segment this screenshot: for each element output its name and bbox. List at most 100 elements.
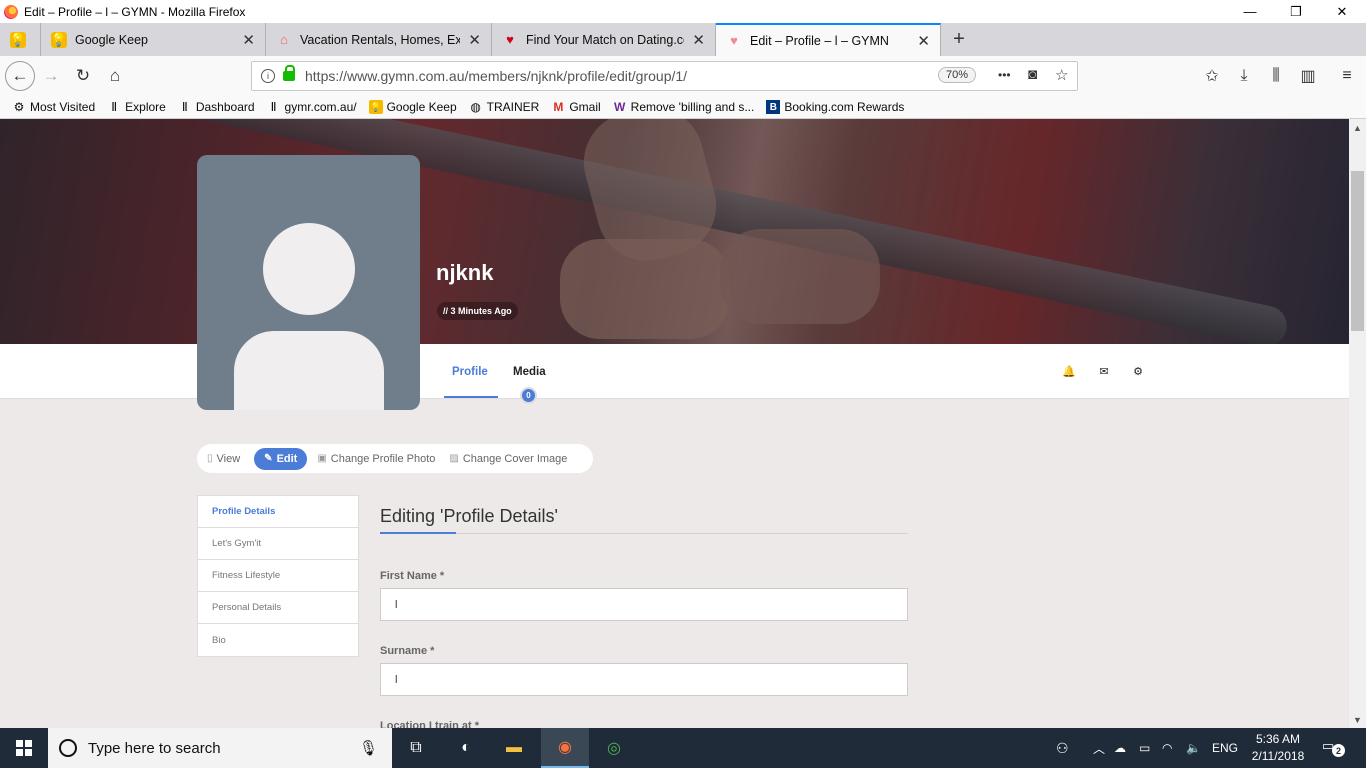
- sidebar-icon[interactable]: ▥: [1292, 60, 1324, 92]
- scroll-up-icon[interactable]: ▲: [1349, 119, 1366, 136]
- bookmark-google-keep[interactable]: 💡 Google Keep: [368, 100, 457, 114]
- pocket-icon[interactable]: ◙: [1028, 66, 1037, 83]
- reload-button[interactable]: ↻: [67, 60, 99, 92]
- language-indicator[interactable]: ENG: [1212, 728, 1238, 768]
- zoom-level[interactable]: 70%: [938, 67, 977, 83]
- bookmark-gmail[interactable]: M Gmail: [551, 100, 600, 114]
- url-text[interactable]: https://www.gymn.com.au/members/njknk/pr…: [305, 68, 687, 84]
- file-explorer-icon[interactable]: ▬: [490, 728, 538, 768]
- lock-icon[interactable]: [283, 65, 295, 81]
- task-view-icon[interactable]: ⧉: [392, 728, 440, 768]
- forward-button[interactable]: →: [35, 60, 67, 92]
- home-button[interactable]: ⌂: [99, 60, 131, 92]
- google-keep-icon: 💡: [368, 100, 383, 114]
- heart-icon: ♥: [506, 32, 514, 47]
- close-icon[interactable]: ✕: [242, 31, 255, 49]
- scroll-down-icon[interactable]: ▼: [1349, 711, 1366, 728]
- person-icon: ▯: [207, 453, 213, 464]
- tab-dating[interactable]: ♥ Find Your Match on Dating.con ✕: [492, 23, 716, 56]
- wifi-icon[interactable]: ◠: [1162, 728, 1172, 768]
- last-active-badge: // 3 Minutes Ago: [437, 302, 518, 320]
- tab-vacation-rentals[interactable]: ⌂ Vacation Rentals, Homes, Exper ✕: [266, 23, 492, 56]
- search-placeholder: Type here to search: [88, 739, 221, 757]
- back-button[interactable]: ←: [5, 61, 35, 91]
- close-icon[interactable]: ✕: [468, 31, 481, 49]
- windows-logo-icon: [16, 740, 32, 756]
- bookmark-most-visited[interactable]: ⚙ Most Visited: [12, 100, 96, 114]
- window-title: Edit – Profile – l – GYMN - Mozilla Fire…: [24, 4, 246, 19]
- clock-time: 5:36 AM: [1255, 732, 1301, 746]
- globe-icon: ◍: [470, 100, 481, 114]
- menu-profile-details[interactable]: Profile Details: [198, 496, 358, 528]
- bookmarks-menu-icon[interactable]: ✩: [1196, 60, 1228, 92]
- profile-action-bar: ▯ View ✎ Edit ▣ Change Profile Photo ▨ Chang…: [197, 444, 593, 473]
- tab-google-keep[interactable]: 💡 Google Keep ✕: [41, 23, 266, 56]
- envelope-icon[interactable]: ✉: [1097, 364, 1111, 378]
- people-icon[interactable]: ⚇: [1056, 728, 1069, 768]
- url-bar[interactable]: i https://www.gymn.com.au/members/njknk/…: [251, 61, 1078, 91]
- battery-icon[interactable]: ▭: [1139, 728, 1150, 768]
- menu-lets-gymit[interactable]: Let's Gym'it: [198, 528, 358, 560]
- bookmark-trainer[interactable]: ◍ TRAINER: [469, 100, 539, 114]
- close-icon[interactable]: ✕: [692, 31, 705, 49]
- gear-icon[interactable]: ⚙: [1131, 364, 1145, 378]
- tab-pinned-keep[interactable]: 💡: [0, 23, 41, 56]
- page-scrollbar[interactable]: ▲ ▼: [1349, 119, 1366, 728]
- gear-icon: ⚙: [13, 100, 25, 114]
- library-icon[interactable]: ⫼: [1260, 60, 1292, 92]
- profile-name: njknk: [436, 260, 494, 285]
- bookmark-explore[interactable]: Ⅱ Explore: [107, 100, 166, 114]
- show-hidden-icons[interactable]: ︿: [1093, 728, 1105, 768]
- bell-icon[interactable]: 🔔: [1062, 364, 1076, 378]
- new-tab-button[interactable]: +: [941, 23, 977, 56]
- close-icon[interactable]: ✕: [917, 32, 930, 50]
- change-profile-photo-button[interactable]: ▣ Change Profile Photo: [317, 453, 435, 465]
- minimize-button[interactable]: —: [1227, 0, 1273, 23]
- downloads-icon[interactable]: ⤓: [1228, 60, 1260, 92]
- menu-personal-details[interactable]: Personal Details: [198, 592, 358, 624]
- action-center-icon[interactable]: ▭ 2: [1322, 738, 1345, 758]
- tab-profile[interactable]: Profile: [452, 366, 488, 378]
- dumbbell-icon: Ⅱ: [270, 100, 277, 114]
- bookmark-remove-billing[interactable]: W Remove 'billing and s...: [613, 100, 754, 114]
- menu-fitness-lifestyle[interactable]: Fitness Lifestyle: [198, 560, 358, 592]
- view-button[interactable]: ▯ View: [207, 453, 240, 465]
- microphone-icon[interactable]: 🎙: [359, 739, 378, 757]
- restore-button[interactable]: ❐: [1273, 0, 1319, 23]
- bookmark-dashboard[interactable]: Ⅱ Dashboard: [178, 100, 255, 114]
- booking-icon: B: [766, 100, 781, 114]
- first-name-input[interactable]: l: [380, 588, 908, 621]
- firefox-taskbar-icon[interactable]: ◉: [541, 728, 589, 768]
- tab-label: Edit – Profile – l – GYMN: [750, 33, 889, 48]
- surname-input[interactable]: l: [380, 663, 908, 696]
- image-icon: ▨: [449, 453, 459, 464]
- w-icon: W: [613, 100, 626, 114]
- start-button[interactable]: [0, 728, 48, 768]
- change-cover-image-button[interactable]: ▨ Change Cover Image: [449, 453, 567, 465]
- avatar[interactable]: [197, 155, 420, 410]
- hamburger-menu-icon[interactable]: ≡: [1331, 60, 1363, 92]
- weather-app-icon[interactable]: ◐: [442, 728, 490, 768]
- page-actions-icon[interactable]: •••: [998, 68, 1011, 82]
- clock-date: 2/11/2018: [1251, 749, 1305, 763]
- onedrive-icon[interactable]: ☁: [1114, 728, 1126, 768]
- tab-gymn-edit-profile[interactable]: ♥ Edit – Profile – l – GYMN ✕: [716, 23, 941, 56]
- system-clock[interactable]: 5:36 AM 2/11/2018: [1246, 731, 1310, 765]
- info-icon[interactable]: i: [261, 69, 275, 83]
- windows-taskbar: Type here to search 🎙 ⧉ ◐ ▬ ◉ ◎ ⚇ ︿ ☁ ▭ …: [0, 728, 1366, 768]
- photo-icon: ▣: [317, 453, 327, 464]
- bookmark-gymr[interactable]: Ⅱgymr.com.au/: [267, 100, 357, 114]
- window-title-bar: Edit – Profile – l – GYMN - Mozilla Fire…: [0, 0, 1366, 23]
- profile-field-groups-menu: Profile Details Let's Gym'it Fitness Lif…: [197, 495, 359, 657]
- bookmark-star-icon[interactable]: ☆: [1055, 66, 1068, 84]
- menu-bio[interactable]: Bio: [198, 624, 358, 656]
- chrome-taskbar-icon[interactable]: ◎: [590, 728, 638, 768]
- volume-icon[interactable]: 🔈: [1186, 728, 1201, 768]
- bookmark-booking-rewards[interactable]: B Booking.com Rewards: [766, 100, 904, 114]
- scrollbar-thumb[interactable]: [1351, 171, 1364, 331]
- close-window-button[interactable]: ✕: [1319, 0, 1365, 23]
- edit-button[interactable]: ✎ Edit: [254, 447, 308, 470]
- taskbar-search[interactable]: Type here to search 🎙: [48, 728, 392, 768]
- tab-media[interactable]: Media: [513, 366, 546, 378]
- surname-label: Surname *: [380, 645, 435, 657]
